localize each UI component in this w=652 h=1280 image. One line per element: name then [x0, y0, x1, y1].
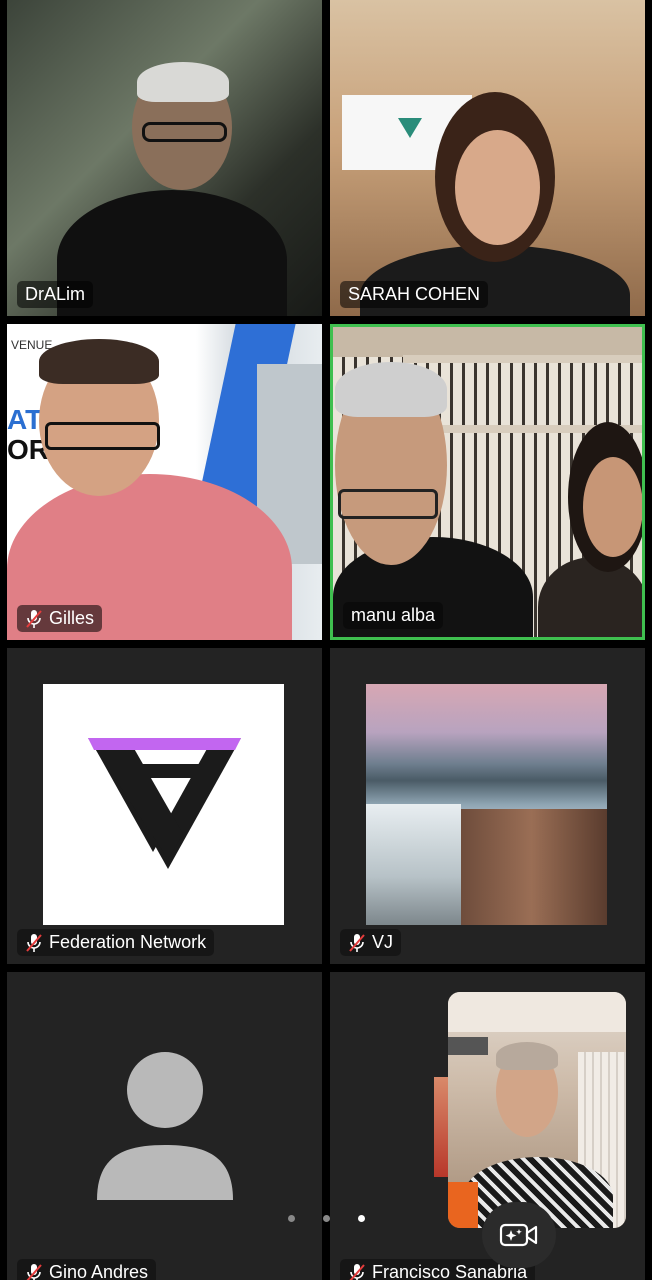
participant-video	[7, 0, 322, 316]
participant-tile-manu-alba[interactable]: manu alba	[330, 324, 645, 640]
page-dot[interactable]	[322, 1215, 330, 1222]
participant-name-tag: DrALim	[17, 281, 94, 308]
mic-off-icon	[26, 609, 42, 628]
page-indicator[interactable]	[0, 1215, 652, 1222]
federation-logo-icon	[88, 738, 241, 869]
participant-name: SARAH COHEN	[348, 284, 481, 304]
camera-sparkle-icon	[499, 1223, 538, 1247]
mic-off-icon	[349, 1263, 365, 1280]
participant-name-tag: Gilles	[17, 605, 103, 632]
page-dot[interactable]	[287, 1215, 295, 1222]
participant-name: manu alba	[351, 605, 436, 625]
participant-name: Federation Network	[49, 932, 207, 952]
self-view-video[interactable]	[448, 992, 626, 1228]
mic-off-icon	[26, 1263, 42, 1280]
profile-picture	[366, 684, 607, 925]
participant-tile-dralim[interactable]: DrALim	[7, 0, 322, 316]
participant-name: Gino Andres	[49, 1262, 149, 1280]
participant-name-tag: manu alba	[343, 602, 444, 629]
person-icon	[97, 1052, 233, 1200]
participant-tile-gilles[interactable]: VENUE ATI ORK Gilles	[7, 324, 322, 640]
participant-tile-federation-network[interactable]: Federation Network	[7, 648, 322, 964]
participant-name: VJ	[372, 932, 394, 952]
participant-name-tag: SARAH COHEN	[340, 281, 489, 308]
participant-video	[330, 0, 645, 316]
participant-video: VENUE ATI ORK	[7, 324, 322, 640]
profile-logo	[43, 684, 284, 925]
participant-video	[333, 327, 642, 637]
participant-tile-sarah-cohen[interactable]: SARAH COHEN	[330, 0, 645, 316]
mic-off-icon	[26, 933, 42, 952]
participant-tile-gino-andres[interactable]: Gino Andres	[7, 972, 322, 1280]
participant-name-tag: Federation Network	[17, 929, 215, 956]
participant-name-tag: VJ	[340, 929, 402, 956]
camera-effects-button[interactable]	[482, 1202, 556, 1268]
participant-name: Gilles	[49, 608, 95, 628]
participant-tile-vj[interactable]: VJ	[330, 648, 645, 964]
page-dot-active[interactable]	[357, 1215, 365, 1222]
mic-off-icon	[349, 933, 365, 952]
participant-name-tag: Gino Andres	[17, 1259, 157, 1280]
participant-name: DrALim	[25, 284, 86, 304]
